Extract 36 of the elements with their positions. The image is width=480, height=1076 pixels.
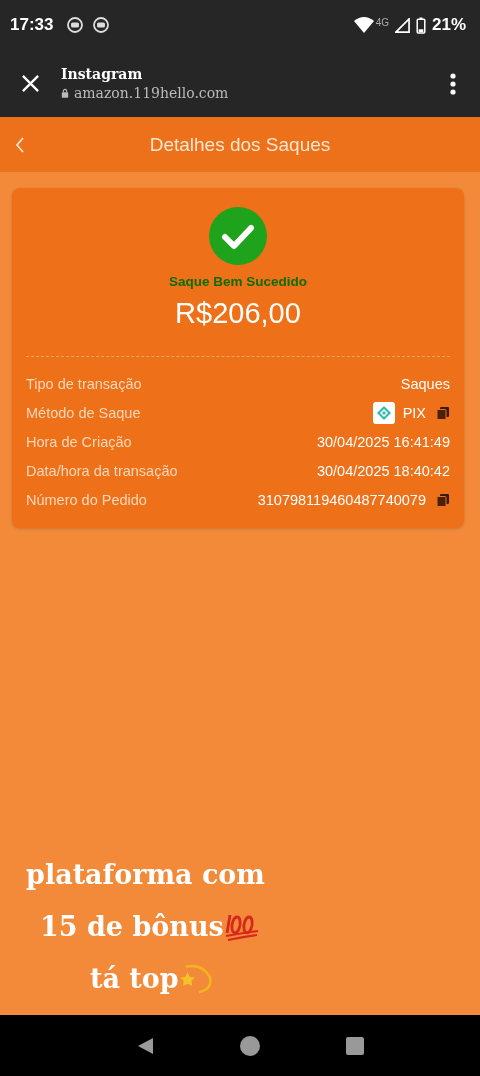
notification-icon [93,17,110,33]
pix-logo-icon [372,401,395,424]
status-text: Saque Bem Sucedido [168,274,307,289]
battery-level: 21% [431,15,466,35]
caption-text: plataforma com [26,858,265,890]
detail-label: Método de Saque [26,404,141,421]
page-source-title: Instagram [61,66,144,82]
caption-text: tá top [90,962,179,994]
back-icon[interactable] [15,135,25,154]
detail-value: 30/04/2025 16:41:49 [316,433,450,450]
detail-value: Saques [400,375,450,392]
copy-icon[interactable] [436,492,450,507]
home-nav-icon[interactable] [240,1035,260,1056]
detail-label: Número do Pedido [26,491,147,508]
copy-icon[interactable] [436,405,450,420]
clock: 17:33 [10,15,54,35]
detail-value: 310798119460487740079 [257,491,426,508]
signal-icon [394,17,410,33]
wifi-icon [353,17,374,33]
recents-nav-icon[interactable] [345,1035,366,1056]
detail-value: PIX [402,404,426,421]
url-text: amazon.119hello.com [74,85,229,101]
detail-label: Data/hora da transação [26,462,178,479]
amount: R$206,00 [175,297,301,330]
menu-icon[interactable] [450,72,456,95]
detail-value: 30/04/2025 18:40:42 [316,462,450,479]
detail-label: Tipo de transação [26,375,142,392]
close-icon[interactable] [21,74,40,93]
caption-text: 15 de bônus [40,910,224,942]
network-type: 4G [375,17,389,28]
page-title: Detalhes dos Saques [149,133,331,156]
notification-icon [67,17,84,33]
detail-label: Hora de Criação [26,433,132,450]
lock-icon [61,88,69,98]
battery-icon [415,16,426,34]
success-check-icon [208,206,268,266]
